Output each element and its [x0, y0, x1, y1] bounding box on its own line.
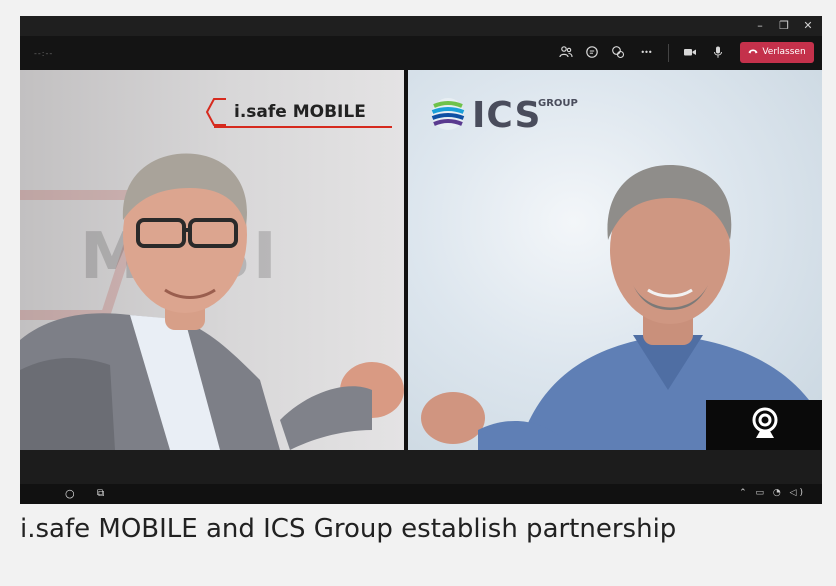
- toolbar-divider: [668, 44, 669, 62]
- video-camera-icon[interactable]: [682, 45, 698, 61]
- ics-globe-icon: [431, 98, 465, 130]
- isafe-mobile-logo: i.safe MOBILE: [206, 96, 396, 132]
- meeting-toolbar: --:-- ••• Verlassen: [20, 36, 822, 70]
- people-icon[interactable]: [558, 45, 574, 61]
- os-taskbar: ○ ⧉ ⌃ ▭ ◔ ◁): [20, 484, 822, 504]
- isafe-logo-underline: [214, 126, 392, 128]
- ics-logo-suffix: GROUP: [538, 98, 578, 109]
- task-view-icon[interactable]: ⧉: [97, 487, 104, 501]
- meeting-window: – ❐ ✕ --:-- ••• Verlassen MOB: [20, 16, 822, 504]
- reactions-icon[interactable]: [610, 45, 626, 61]
- system-tray[interactable]: ⌃ ▭ ◔ ◁): [739, 488, 806, 498]
- close-button[interactable]: ✕: [798, 18, 818, 34]
- leave-button[interactable]: Verlassen: [740, 42, 814, 63]
- meeting-timer: --:--: [34, 49, 54, 58]
- minimize-button[interactable]: –: [750, 18, 770, 34]
- isafe-logo-text: i.safe MOBILE: [234, 102, 366, 122]
- participant-left-figure: [20, 153, 404, 450]
- more-options-icon[interactable]: •••: [638, 45, 654, 61]
- participant-tile-left[interactable]: MOBI i.safe MOBILE: [20, 70, 404, 450]
- title-bar: – ❐ ✕: [20, 16, 822, 36]
- hang-up-icon: [748, 42, 758, 63]
- meeting-lower-bar: [20, 450, 822, 484]
- ics-logo-text: ICS: [472, 95, 542, 136]
- chat-icon[interactable]: [584, 45, 600, 61]
- webcam-icon: [752, 407, 778, 438]
- leave-label: Verlassen: [762, 47, 806, 57]
- self-view-tile[interactable]: [706, 400, 822, 450]
- ics-group-logo: ICS GROUP: [430, 94, 580, 138]
- video-stage: MOBI i.safe MOBILE: [20, 70, 822, 450]
- isafe-bracket-icon: [206, 98, 226, 126]
- restore-button[interactable]: ❐: [774, 18, 794, 34]
- article-caption: i.safe MOBILE and ICS Group establish pa…: [20, 514, 677, 544]
- microphone-icon[interactable]: [710, 45, 726, 61]
- start-icon[interactable]: ○: [65, 487, 75, 501]
